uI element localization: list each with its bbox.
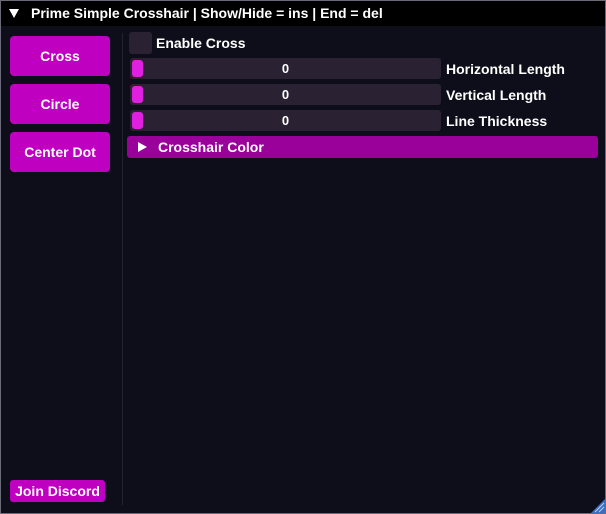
slider-value: 0 bbox=[281, 113, 290, 128]
resize-grip-icon[interactable] bbox=[591, 499, 605, 513]
horizontal-length-label: Horizontal Length bbox=[446, 61, 565, 77]
vertical-length-slider[interactable]: 0 bbox=[130, 84, 441, 105]
center-dot-tab-button[interactable]: Center Dot bbox=[10, 132, 110, 172]
enable-cross-checkbox[interactable] bbox=[129, 32, 152, 54]
line-thickness-slider[interactable]: 0 bbox=[130, 110, 441, 131]
vertical-length-label: Vertical Length bbox=[446, 87, 547, 103]
sidebar-divider bbox=[122, 33, 123, 505]
enable-cross-label: Enable Cross bbox=[156, 35, 246, 51]
collapse-triangle-icon[interactable] bbox=[9, 9, 19, 18]
slider-value: 0 bbox=[281, 87, 290, 102]
join-discord-button[interactable]: Join Discord bbox=[10, 480, 105, 502]
title-bar[interactable]: Prime Simple Crosshair | Show/Hide = ins… bbox=[1, 1, 605, 26]
expand-triangle-icon bbox=[138, 142, 147, 152]
circle-tab-button[interactable]: Circle bbox=[10, 84, 110, 124]
crosshair-color-header[interactable]: Crosshair Color bbox=[127, 136, 598, 158]
crosshair-window: Prime Simple Crosshair | Show/Hide = ins… bbox=[0, 0, 606, 514]
line-thickness-label: Line Thickness bbox=[446, 113, 548, 129]
crosshair-color-label: Crosshair Color bbox=[158, 139, 264, 155]
slider-value: 0 bbox=[281, 61, 290, 76]
window-title: Prime Simple Crosshair | Show/Hide = ins… bbox=[31, 5, 383, 21]
cross-tab-button[interactable]: Cross bbox=[10, 36, 110, 76]
horizontal-length-slider[interactable]: 0 bbox=[130, 58, 441, 79]
